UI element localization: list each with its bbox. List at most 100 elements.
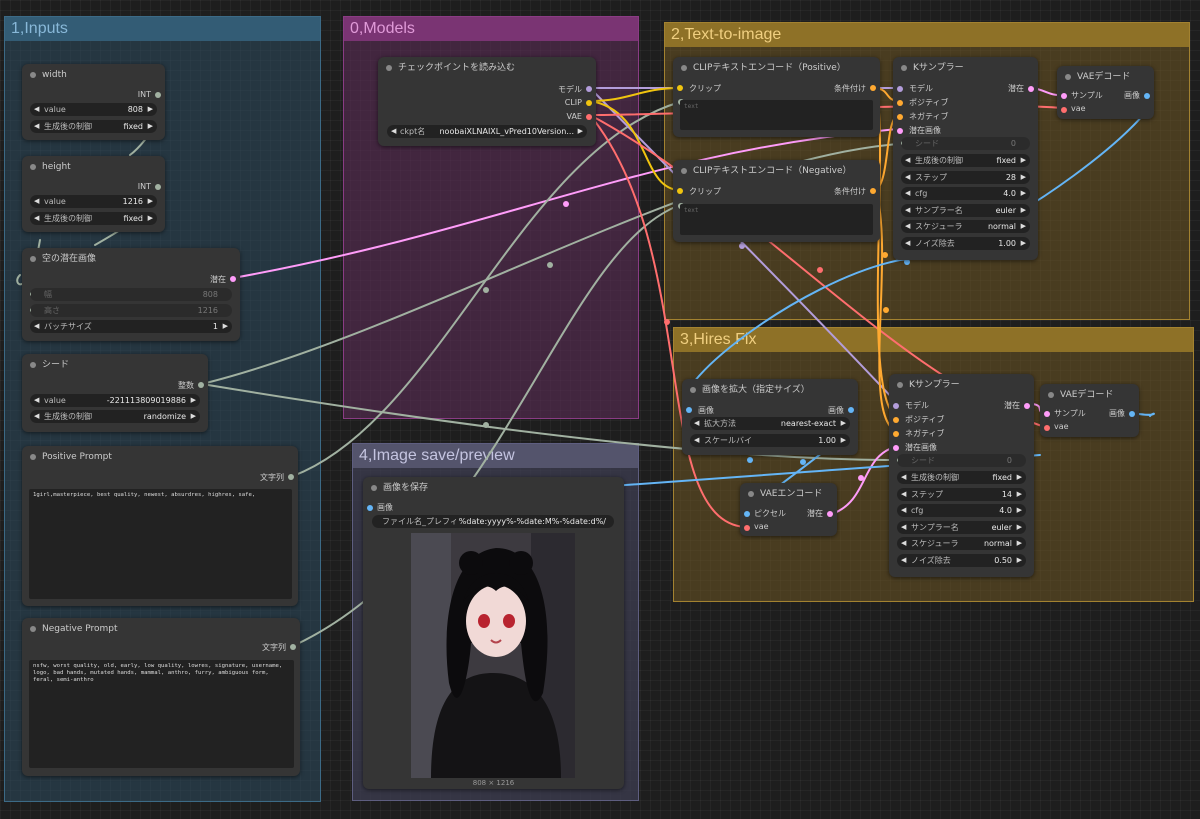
prev-arrow-icon[interactable]: ◀	[34, 212, 39, 225]
width-value-widget[interactable]: ◀ value 808 ▶	[30, 103, 157, 116]
next-arrow-icon[interactable]: ▶	[148, 212, 153, 225]
prev-arrow-icon[interactable]: ◀	[34, 120, 39, 133]
empty-latent-node[interactable]: 空の潜在画像 潜在 幅 808 高さ 1216 ◀ バッチサイズ 1 ▶	[22, 248, 240, 341]
increment-arrow-icon[interactable]: ▶	[223, 320, 228, 333]
prev-arrow-icon[interactable]: ◀	[901, 537, 906, 550]
ckpt-out-model-port[interactable]	[586, 86, 592, 92]
ksampler1-node[interactable]: Kサンプラー モデル ポジティブ ネガティブ 潜在画像 潜在 シード 0 ◀ 生…	[893, 57, 1038, 260]
prev-arrow-icon[interactable]: ◀	[905, 220, 910, 233]
latent-out-port[interactable]	[230, 276, 236, 282]
latent-width-widget[interactable]: 幅 808	[30, 288, 232, 301]
decrement-arrow-icon[interactable]: ◀	[905, 237, 910, 250]
vae-decode2-out-port[interactable]	[1129, 411, 1135, 417]
clip-negative-title[interactable]: CLIPテキストエンコード（Negative）	[673, 160, 880, 182]
upscale-node[interactable]: 画像を拡大（指定サイズ） 画像 画像 ◀ 拡大方法 nearest-exact …	[682, 379, 858, 455]
decrement-arrow-icon[interactable]: ◀	[34, 103, 39, 116]
ksampler1-seed-input-port[interactable]	[901, 140, 902, 146]
ckpt-name-widget[interactable]: ◀ ckpt名 noobaiXLNAIXL_vPred10Version... …	[387, 125, 587, 138]
ksampler1-pos-port[interactable]	[897, 100, 903, 106]
ksampler2-node[interactable]: Kサンプラー モデル ポジティブ ネガティブ 潜在画像 潜在 シード 0 ◀ 生…	[889, 374, 1034, 577]
clip-positive-out-port[interactable]	[870, 85, 876, 91]
increment-arrow-icon[interactable]: ▶	[841, 434, 846, 447]
decrement-arrow-icon[interactable]: ◀	[901, 504, 906, 517]
latent-batch-widget[interactable]: ◀ バッチサイズ 1 ▶	[30, 320, 232, 333]
upscale-in-port[interactable]	[686, 407, 692, 413]
decrement-arrow-icon[interactable]: ◀	[901, 488, 906, 501]
ksampler2-steps-widget[interactable]: ◀ ステップ 14 ▶	[897, 488, 1026, 501]
upscale-title[interactable]: 画像を拡大（指定サイズ）	[682, 379, 858, 401]
next-arrow-icon[interactable]: ▶	[191, 410, 196, 423]
height-out-port[interactable]	[155, 184, 161, 190]
increment-arrow-icon[interactable]: ▶	[1017, 554, 1022, 567]
vae-decode1-samples-port[interactable]	[1061, 93, 1067, 99]
ckpt-out-clip-port[interactable]	[586, 100, 592, 106]
vae-decode2-node[interactable]: VAEデコード サンプル vae 画像	[1040, 384, 1139, 437]
ksampler1-latent-port[interactable]	[897, 128, 903, 134]
next-arrow-icon[interactable]: ▶	[1021, 220, 1026, 233]
vae-decode1-title[interactable]: VAEデコード	[1057, 66, 1154, 88]
clip-positive-title[interactable]: CLIPテキストエンコード（Positive）	[673, 57, 880, 79]
save-image-in-port[interactable]	[367, 505, 373, 511]
decrement-arrow-icon[interactable]: ◀	[694, 434, 699, 447]
vae-decode2-vae-port[interactable]	[1044, 425, 1050, 431]
ksampler1-sampler-widget[interactable]: ◀ サンプラー名 euler ▶	[901, 204, 1030, 217]
prev-arrow-icon[interactable]: ◀	[905, 154, 910, 167]
vae-encode-node[interactable]: VAEエンコード ピクセル vae 潜在	[740, 483, 837, 536]
prev-arrow-icon[interactable]: ◀	[905, 204, 910, 217]
ksampler2-neg-port[interactable]	[893, 431, 899, 437]
prev-arrow-icon[interactable]: ◀	[391, 125, 396, 138]
save-image-title[interactable]: 画像を保存	[363, 477, 624, 499]
ksampler2-pos-port[interactable]	[893, 417, 899, 423]
ksampler2-title[interactable]: Kサンプラー	[889, 374, 1034, 396]
vae-encode-out-port[interactable]	[827, 511, 833, 517]
vae-decode1-out-port[interactable]	[1144, 93, 1150, 99]
next-arrow-icon[interactable]: ▶	[1017, 537, 1022, 550]
latent-height-widget[interactable]: 高さ 1216	[30, 304, 232, 317]
clip-negative-in-port[interactable]	[677, 188, 683, 194]
seed-out-port[interactable]	[198, 382, 204, 388]
increment-arrow-icon[interactable]: ▶	[191, 394, 196, 407]
vae-encode-pixels-port[interactable]	[744, 511, 750, 517]
positive-prompt-title[interactable]: Positive Prompt	[22, 446, 298, 468]
increment-arrow-icon[interactable]: ▶	[148, 103, 153, 116]
clip-positive-textarea[interactable]: text	[680, 100, 873, 130]
ksampler2-model-port[interactable]	[893, 403, 899, 409]
prev-arrow-icon[interactable]: ◀	[34, 410, 39, 423]
negative-prompt-textarea[interactable]: nsfw, worst quality, old, early, low qua…	[29, 660, 294, 768]
vae-encode-title[interactable]: VAEエンコード	[740, 483, 837, 505]
negative-prompt-node[interactable]: Negative Prompt 文字列 nsfw, worst quality,…	[22, 618, 300, 776]
next-arrow-icon[interactable]: ▶	[841, 417, 846, 430]
vae-encode-vae-port[interactable]	[744, 525, 750, 531]
decrement-arrow-icon[interactable]: ◀	[34, 394, 39, 407]
latent-width-input-port[interactable]	[30, 291, 31, 297]
upscale-scale-widget[interactable]: ◀ スケールバイ 1.00 ▶	[690, 434, 850, 447]
ksampler2-cfg-widget[interactable]: ◀ cfg 4.0 ▶	[897, 504, 1026, 517]
ksampler2-seed-input-port[interactable]	[897, 457, 898, 463]
next-arrow-icon[interactable]: ▶	[148, 120, 153, 133]
ksampler1-steps-widget[interactable]: ◀ ステップ 28 ▶	[901, 171, 1030, 184]
ksampler2-sampler-widget[interactable]: ◀ サンプラー名 euler ▶	[897, 521, 1026, 534]
decrement-arrow-icon[interactable]: ◀	[34, 320, 39, 333]
next-arrow-icon[interactable]: ▶	[1021, 154, 1026, 167]
width-control-widget[interactable]: ◀ 生成後の制御 fixed ▶	[30, 120, 157, 133]
ksampler1-neg-port[interactable]	[897, 114, 903, 120]
upscale-method-widget[interactable]: ◀ 拡大方法 nearest-exact ▶	[690, 417, 850, 430]
seed-node[interactable]: シード 整数 ◀ value -221113809019886 ▶ ◀ 生成後の…	[22, 354, 208, 432]
width-node[interactable]: width INT ◀ value 808 ▶ ◀ 生成後の制御 fixed ▶	[22, 64, 165, 140]
vae-decode1-vae-port[interactable]	[1061, 107, 1067, 113]
ksampler1-cfg-widget[interactable]: ◀ cfg 4.0 ▶	[901, 187, 1030, 200]
ksampler1-scheduler-widget[interactable]: ◀ スケジューラ normal ▶	[901, 220, 1030, 233]
ksampler1-control-widget[interactable]: ◀ 生成後の制御 fixed ▶	[901, 154, 1030, 167]
ksampler2-out-port[interactable]	[1024, 403, 1030, 409]
next-arrow-icon[interactable]: ▶	[1017, 521, 1022, 534]
increment-arrow-icon[interactable]: ▶	[1021, 237, 1026, 250]
checkpoint-loader-node[interactable]: チェックポイントを読み込む モデル CLIP VAE ◀ ckpt名 nooba…	[378, 57, 596, 146]
seed-node-title[interactable]: シード	[22, 354, 208, 376]
clip-positive-in-port[interactable]	[677, 85, 683, 91]
clip-positive-node[interactable]: CLIPテキストエンコード（Positive） クリップ 条件付け text	[673, 57, 880, 137]
positive-prompt-out-port[interactable]	[288, 474, 294, 480]
upscale-out-port[interactable]	[848, 407, 854, 413]
ksampler1-title[interactable]: Kサンプラー	[893, 57, 1038, 79]
ksampler2-denoise-widget[interactable]: ◀ ノイズ除去 0.50 ▶	[897, 554, 1026, 567]
prev-arrow-icon[interactable]: ◀	[901, 471, 906, 484]
